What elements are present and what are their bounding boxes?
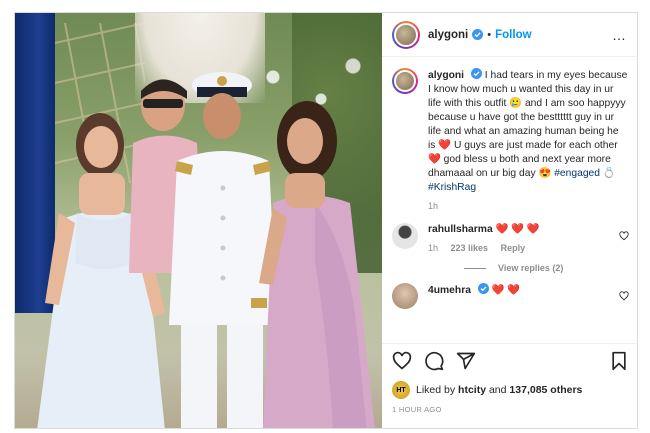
- comment-username[interactable]: 4umehra: [428, 285, 471, 296]
- comment-likes[interactable]: 223 likes: [451, 243, 489, 253]
- caption-body: alygoni I had tears in my eyes because I…: [428, 68, 628, 213]
- caption-meta: 1h: [428, 199, 628, 213]
- comment-avatar[interactable]: [392, 223, 418, 249]
- replies-line: [464, 267, 486, 269]
- comment-avatar[interactable]: [392, 283, 418, 309]
- caption-avatar[interactable]: [392, 68, 418, 94]
- heart-icon[interactable]: [619, 231, 629, 241]
- woman-right-figure: [259, 101, 375, 428]
- comment-username[interactable]: rahullsharma: [428, 224, 493, 235]
- photo-people: [37, 72, 375, 428]
- view-replies[interactable]: View replies (2): [464, 263, 629, 273]
- post-timestamp: 1 HOUR AGO: [392, 405, 442, 414]
- likes-count[interactable]: 137,085 others: [509, 384, 582, 396]
- comment-text: ❤️ ❤️: [491, 285, 521, 296]
- groom-figure: [169, 72, 277, 428]
- comment-item: rahullsharma ❤️ ❤️ ❤️ 1h 223 likes Reply: [392, 223, 629, 255]
- follow-button[interactable]: Follow: [495, 29, 531, 41]
- screenshot-frame: alygoni • Follow … alygoni I had tears i: [0, 0, 650, 433]
- heart-icon[interactable]: [392, 351, 412, 371]
- caption-username[interactable]: alygoni: [428, 70, 464, 81]
- action-bar: [382, 343, 637, 377]
- author-avatar[interactable]: [392, 20, 420, 49]
- caption-text: I had tears in my eyes because I know ho…: [428, 70, 628, 179]
- share-icon[interactable]: [456, 351, 476, 371]
- author-username[interactable]: alygoni: [428, 29, 468, 41]
- comment-item: 4umehra ❤️ ❤️: [392, 283, 629, 309]
- comment-text: ❤️ ❤️ ❤️: [495, 224, 540, 235]
- comment-time: 1h: [428, 243, 439, 253]
- post-header: alygoni • Follow …: [382, 13, 637, 57]
- header-separator: •: [487, 28, 492, 41]
- caption-block: alygoni I had tears in my eyes because I…: [392, 68, 629, 213]
- comment-meta: 1h 223 likes Reply: [428, 241, 628, 255]
- liker-username[interactable]: htcity: [458, 384, 486, 396]
- likes-summary: HT Liked by htcity and 137,085 others: [392, 381, 637, 399]
- heart-icon[interactable]: [619, 291, 629, 301]
- verified-icon: [472, 29, 484, 40]
- verified-icon: [470, 68, 482, 79]
- more-icon[interactable]: …: [612, 27, 627, 43]
- liker-avatar[interactable]: HT: [392, 381, 410, 399]
- caption-time: 1h: [428, 201, 439, 211]
- likes-prefix: Liked by: [416, 384, 456, 396]
- bookmark-icon[interactable]: [609, 351, 629, 371]
- reply-button[interactable]: Reply: [501, 243, 526, 253]
- likes-joiner: and: [488, 384, 507, 396]
- view-replies-label[interactable]: View replies (2): [498, 263, 563, 273]
- comment-icon[interactable]: [424, 351, 444, 371]
- post-photo[interactable]: [15, 13, 382, 428]
- comment-body: rahullsharma ❤️ ❤️ ❤️ 1h 223 likes Reply: [428, 223, 628, 255]
- comments-panel[interactable]: alygoni I had tears in my eyes because I…: [382, 58, 637, 342]
- comment-body: 4umehra ❤️ ❤️: [428, 283, 628, 309]
- verified-icon: [477, 283, 489, 294]
- instagram-post: alygoni • Follow … alygoni I had tears i: [14, 12, 638, 429]
